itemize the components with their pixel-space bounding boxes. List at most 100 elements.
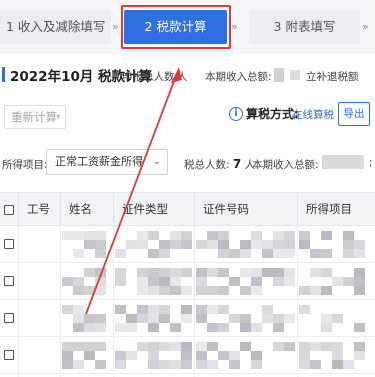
redacted-cell-pixel: [137, 314, 148, 323]
refund-amount-label: 立补退税额: [306, 71, 359, 83]
redacted-cell-pixel: [299, 351, 310, 360]
redacted-cell-pixel: [95, 314, 106, 323]
redacted-cell-pixel: [148, 249, 159, 258]
select-all-checkbox[interactable]: [0, 193, 18, 227]
column-header-employee-id[interactable]: 工号: [18, 193, 60, 227]
redacted-cell-pixel: [251, 277, 262, 286]
row-checkbox[interactable]: [4, 350, 14, 360]
table-row[interactable]: [0, 263, 375, 300]
filter-trailing-mark: ;: [369, 157, 373, 169]
redacted-cell-pixel: [240, 314, 251, 323]
redacted-cell-pixel: [343, 240, 354, 249]
redacted-cell-pixel: [240, 323, 251, 332]
redacted-cell-pixel: [310, 286, 321, 295]
redacted-cell-pixel: [159, 314, 170, 323]
redacted-cell-pixel: [229, 314, 240, 323]
redacted-cell-pixel: [62, 305, 73, 314]
redacted-cell-pixel: [159, 286, 170, 295]
row-checkbox[interactable]: [4, 276, 14, 286]
redacted-cell-pixel: [181, 342, 192, 351]
redacted-cell-pixel: [95, 249, 106, 258]
redacted-cell-pixel: [137, 286, 148, 295]
redacted-cell-pixel: [73, 277, 84, 286]
redacted-cell-pixel: [95, 323, 106, 332]
recalculate-button[interactable]: 重新计算 ▾: [4, 105, 66, 129]
redacted-cell-pixel: [181, 314, 192, 323]
export-button[interactable]: 导出: [338, 102, 370, 126]
redacted-cell-pixel: [321, 268, 332, 277]
redacted-cell-pixel: [240, 268, 251, 277]
tax-mode-label: 算税方式:: [246, 107, 299, 121]
column-header-name[interactable]: 姓名: [60, 193, 113, 227]
column-header-income-item[interactable]: 所得项目: [297, 193, 375, 227]
redacted-cell-pixel: [159, 305, 170, 314]
redacted-cell-pixel: [115, 305, 126, 314]
redacted-cell-pixel: [62, 231, 73, 240]
redacted-cell-pixel: [207, 231, 218, 240]
redacted-cell-pixel: [299, 286, 310, 295]
redacted-cell-pixel: [299, 231, 310, 240]
step-attachment[interactable]: 3 附表填写: [249, 10, 360, 44]
redacted-cell-pixel: [170, 323, 181, 332]
redacted-cell-pixel: [218, 286, 229, 295]
redacted-cell-pixel: [115, 360, 126, 369]
row-checkbox[interactable]: [4, 313, 14, 323]
redacted-cell-pixel: [148, 305, 159, 314]
declare-count-label: 申报总人数:: [122, 71, 179, 83]
tax-mode-link[interactable]: 在线算税: [292, 107, 334, 122]
redacted-cell-pixel: [181, 351, 192, 360]
column-divider: [18, 226, 19, 377]
redacted-cell-pixel: [62, 342, 73, 351]
redacted-cell-pixel: [207, 360, 218, 369]
step-income-deduction[interactable]: 1 收入及减除填写: [0, 10, 111, 44]
column-header-id-type[interactable]: 证件类型: [113, 193, 194, 227]
column-divider: [113, 226, 114, 377]
row-checkbox[interactable]: [4, 239, 14, 249]
redacted-cell-pixel: [273, 342, 284, 351]
redacted-cell-pixel: [218, 305, 229, 314]
redacted-cell-pixel: [354, 249, 365, 258]
redacted-cell-pixel: [343, 249, 354, 258]
redacted-cell-pixel: [284, 342, 295, 351]
redacted-cell-pixel: [196, 314, 207, 323]
redacted-cell-pixel: [84, 231, 95, 240]
redacted-cell-pixel: [73, 249, 84, 258]
table-row[interactable]: [0, 337, 375, 374]
redacted-cell-pixel: [73, 323, 84, 332]
redacted-cell-pixel: [159, 268, 170, 277]
redacted-value: [274, 68, 284, 82]
income-item-select[interactable]: 正常工资薪金所得 ⌄: [46, 149, 168, 175]
redacted-cell-pixel: [181, 231, 192, 240]
redacted-cell-pixel: [321, 323, 332, 332]
redacted-cell-pixel: [196, 286, 207, 295]
redacted-value: [322, 155, 364, 169]
step-separator-icon: »: [231, 20, 238, 33]
table-row[interactable]: [0, 226, 375, 263]
redacted-cell-pixel: [137, 231, 148, 240]
redacted-cell-pixel: [273, 231, 284, 240]
redacted-cell-pixel: [159, 240, 170, 249]
redacted-cell-pixel: [84, 314, 95, 323]
redacted-cell-pixel: [84, 323, 95, 332]
redacted-cell-pixel: [273, 249, 284, 258]
redacted-cell-pixel: [126, 323, 137, 332]
table-row[interactable]: [0, 300, 375, 337]
redacted-cell-pixel: [284, 268, 295, 277]
info-icon[interactable]: i: [229, 107, 243, 121]
redacted-cell-pixel: [299, 240, 310, 249]
step-separator-icon: »: [112, 20, 119, 33]
redacted-cell-pixel: [148, 231, 159, 240]
redacted-cell-pixel: [159, 249, 170, 258]
redacted-cell-pixel: [148, 323, 159, 332]
redacted-cell-pixel: [229, 351, 240, 360]
redacted-cell-pixel: [332, 314, 343, 323]
redacted-cell-pixel: [299, 342, 310, 351]
redacted-cell-pixel: [207, 323, 218, 332]
redacted-cell-pixel: [321, 286, 332, 295]
redacted-cell-pixel: [62, 277, 73, 286]
redacted-cell-pixel: [332, 351, 343, 360]
column-header-id-number[interactable]: 证件号码: [194, 193, 297, 227]
total-people-label: 税总人数:: [184, 159, 230, 171]
declare-count-unit: 人: [177, 71, 188, 83]
table-header: 工号 姓名 证件类型 证件号码 所得项目: [0, 192, 375, 227]
